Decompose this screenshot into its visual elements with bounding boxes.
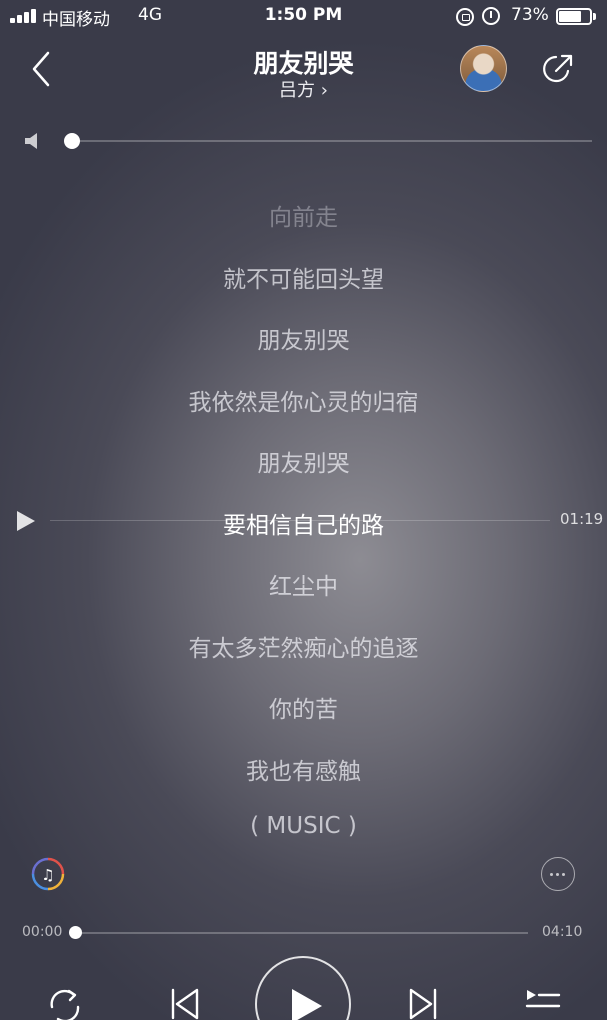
play-icon — [292, 989, 322, 1020]
playlist-icon[interactable] — [525, 988, 561, 1018]
lyric-line[interactable]: 朋友别哭 — [0, 321, 607, 355]
speaker-icon — [24, 131, 44, 151]
current-lyric-line[interactable]: 要相信自己的路 — [0, 506, 607, 540]
seek-line — [50, 520, 550, 521]
lyric-line[interactable]: 向前走 — [0, 198, 607, 232]
status-bar: 中国移动 4G 1:50 PM 73% — [0, 0, 607, 34]
play-from-line-icon[interactable] — [16, 510, 36, 532]
lyric-line[interactable]: 红尘中 — [0, 567, 607, 601]
artist-avatar[interactable] — [460, 45, 507, 92]
orientation-lock-icon — [456, 8, 474, 26]
elapsed-time: 00:00 — [22, 924, 63, 940]
lyric-line[interactable]: 有太多茫然痴心的追逐 — [0, 629, 607, 663]
lyric-line[interactable]: 我也有感触 — [0, 752, 607, 786]
lyric-line[interactable]: 你的苦 — [0, 690, 607, 724]
battery-percent: 73% — [511, 5, 549, 25]
previous-icon[interactable] — [170, 988, 200, 1020]
battery-icon — [556, 8, 592, 25]
more-icon[interactable] — [541, 857, 575, 891]
total-duration: 04:10 — [542, 924, 583, 940]
volume-knob[interactable] — [64, 133, 80, 149]
battery-tip — [593, 13, 596, 20]
share-icon[interactable] — [540, 51, 576, 87]
svg-text:♫: ♫ — [41, 866, 54, 884]
progress-knob[interactable] — [69, 926, 82, 939]
battery-fill — [559, 11, 581, 22]
sound-quality-icon[interactable]: ♫ — [30, 856, 66, 892]
lyric-line[interactable]: 朋友别哭 — [0, 444, 607, 478]
next-icon[interactable] — [408, 988, 438, 1020]
repeat-icon[interactable] — [44, 985, 86, 1020]
lyric-line[interactable]: 就不可能回头望 — [0, 260, 607, 294]
progress-slider[interactable] — [74, 932, 528, 934]
alarm-icon — [482, 7, 500, 25]
volume-slider[interactable] — [72, 140, 592, 142]
song-title: 朋友别哭 — [253, 49, 354, 78]
artist-link[interactable]: 吕方 › — [0, 76, 607, 102]
lyric-line[interactable]: 我依然是你心灵的归宿 — [0, 383, 607, 417]
play-button[interactable] — [255, 956, 351, 1020]
seek-time: 01:19 — [560, 510, 604, 528]
lyric-line[interactable]: ( MUSIC ) — [0, 813, 607, 839]
